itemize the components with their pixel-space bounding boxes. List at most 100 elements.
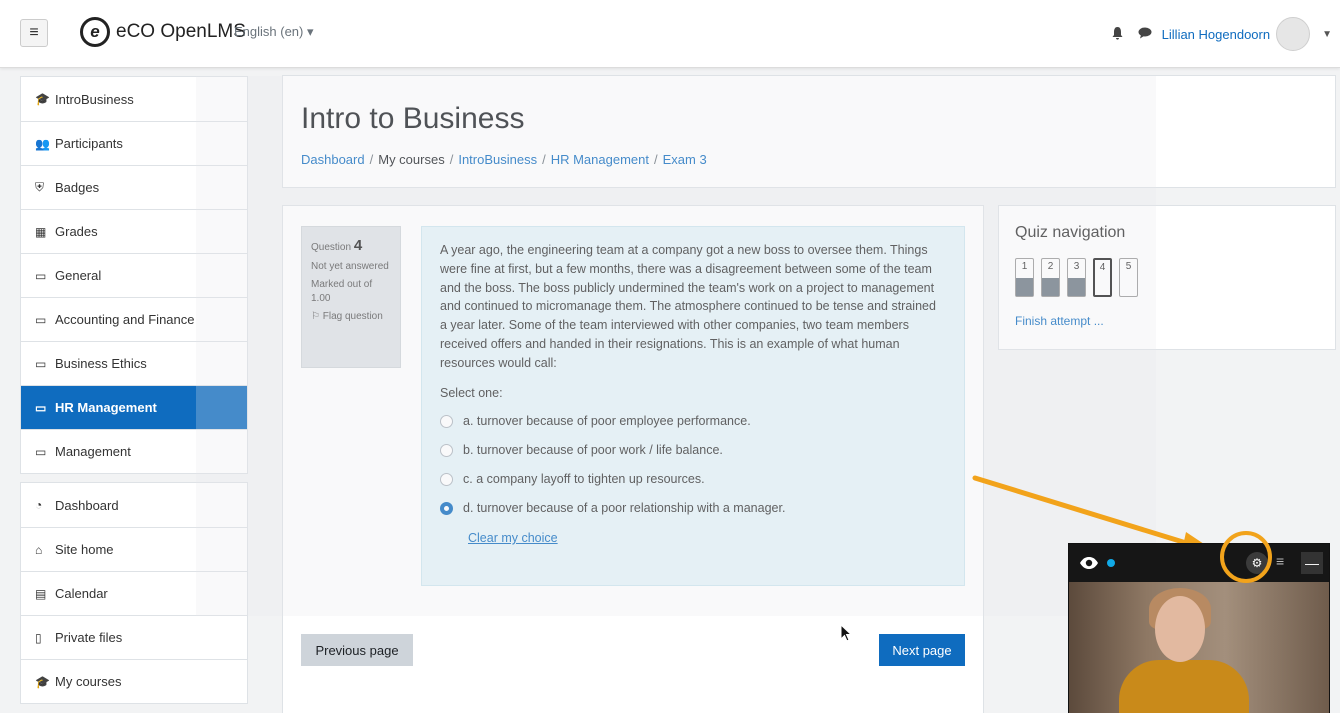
chat-icon[interactable] [1138,27,1152,42]
sidebar-item-grades[interactable]: ▦ Grades [21,209,247,253]
sidebar-item-general[interactable]: ▭ General [21,253,247,297]
breadcrumb-my-courses: My courses [378,152,445,167]
sidebar-item-label: Private files [55,630,123,645]
question-text: A year ago, the engineering team at a co… [440,243,936,370]
sidebar-item-label: Management [55,444,131,459]
sidebar-item-label: Grades [55,224,98,239]
radio-option-c[interactable] [440,473,453,486]
option-label: b. turnover because of poor work / life … [463,443,723,458]
sidebar-item-calendar[interactable]: ▤ Calendar [21,571,247,615]
course-nav: 🎓 IntroBusiness 👥 Participants ⛨ Badges ▦ Gr… [20,76,248,474]
bell-icon[interactable] [1111,26,1124,43]
sidebar-item-private-files[interactable]: ▯ Private files [21,615,247,659]
sidebar: 🎓 IntroBusiness 👥 Participants ⛨ Badges ▦ Gr… [20,76,248,713]
language-menu[interactable]: English (en) ▾ [234,24,314,40]
sidebar-item-label: Dashboard [55,497,119,513]
webcam-toolbar: ⚙ ≡ — [1069,544,1329,582]
quiz-nav-question-3[interactable]: 3 [1067,258,1086,297]
sidebar-item-label: Site home [55,542,114,557]
answer-option-a[interactable]: a. turnover because of poor employee per… [440,407,946,436]
breadcrumb-exam[interactable]: Exam 3 [663,152,707,167]
quiz-content: Question 4 Not yet answered Marked out o… [282,205,984,713]
sidebar-item-participants[interactable]: 👥 Participants [21,121,247,165]
file-icon: ▯ [35,630,42,645]
user-name[interactable]: Lillian Hogendoorn [1162,27,1270,42]
sidebar-item-label: Badges [55,180,100,195]
sidebar-item-label: General [55,268,102,283]
sidebar-item-label: My courses [55,674,122,689]
question-number: 4 [353,237,363,254]
question-marks: Marked out of 1.00 [311,279,373,304]
sidebar-item-hr-management[interactable]: ▭ HR Management [21,385,247,429]
sidebar-item-badges[interactable]: ⛨ Badges [21,165,247,209]
dashboard-icon: ◔ [35,498,43,512]
answer-option-c[interactable]: c. a company layoff to tighten up resour… [440,465,946,494]
flag-icon: ⚐ [311,311,320,322]
sidebar-item-introbusiness[interactable]: 🎓 IntroBusiness [21,77,247,121]
select-label: Select one: [440,386,503,401]
question-number-label: Question [311,242,352,253]
menu-icon[interactable]: ≡ [1276,553,1284,569]
radio-option-d[interactable] [440,502,453,515]
users-icon: 👥 [35,136,50,151]
radio-option-b[interactable] [440,444,453,457]
folder-icon: ▭ [35,356,47,371]
sidebar-item-label: HR Management [55,400,157,415]
sidebar-item-site-home[interactable]: ⌂ Site home [21,527,247,571]
brand[interactable]: e eCO OpenLMS [80,17,246,47]
quiz-nav-buttons: 1 2 3 4 5 [1015,258,1145,297]
home-icon: ⌂ [35,542,43,557]
page-title: Intro to Business [301,102,525,135]
eye-icon [1079,554,1101,572]
minimize-icon[interactable]: — [1301,552,1323,574]
sidebar-item-my-courses[interactable]: 🎓 My courses [21,659,247,703]
clear-choice-link[interactable]: Clear my choice [468,529,946,548]
sidebar-item-business-ethics[interactable]: ▭ Business Ethics [21,341,247,385]
option-label: a. turnover because of poor employee per… [463,414,751,429]
brand-name: eCO OpenLMS [116,21,246,42]
answer-option-d[interactable]: d. turnover because of a poor relationsh… [440,494,946,523]
quiz-nav-question-5[interactable]: 5 [1119,258,1138,297]
option-label: d. turnover because of a poor relationsh… [463,501,786,516]
sidebar-item-label: Accounting and Finance [55,312,195,327]
sidebar-item-label: IntroBusiness [55,91,134,107]
quiz-nav-question-1[interactable]: 1 [1015,258,1034,297]
shield-icon: ⛨ [35,180,45,194]
avatar[interactable] [1276,17,1311,51]
breadcrumb: Dashboard / My courses / IntroBusiness / HR Ma… [301,152,707,167]
sidebar-item-management[interactable]: ▭ Management [21,429,247,473]
sidebar-item-label: Business Ethics [55,356,147,371]
brand-logo-icon: e [80,17,110,47]
option-label: c. a company layoff to tighten up resour… [463,472,705,487]
breadcrumb-dashboard[interactable]: Dashboard [301,152,365,167]
breadcrumb-course[interactable]: IntroBusiness [458,152,537,167]
recording-indicator-icon [1107,559,1115,567]
calendar-icon: ▤ [35,586,47,601]
folder-icon: ▭ [35,312,47,327]
person-body [1119,660,1249,713]
breadcrumb-section[interactable]: HR Management [551,152,649,167]
radio-option-a[interactable] [440,415,453,428]
sidebar-item-dashboard[interactable]: ◔ Dashboard [21,483,247,527]
chevron-down-icon[interactable]: ▼ [1322,29,1332,40]
flag-question-link[interactable]: ⚐ Flag question [311,310,391,324]
sidebar-item-label: Calendar [55,586,108,601]
webcam-feed [1069,582,1329,713]
question-info: Question 4 Not yet answered Marked out o… [301,226,401,368]
next-page-button[interactable]: Next page [879,634,965,666]
quiz-nav-question-2[interactable]: 2 [1041,258,1060,297]
sidebar-item-label: Participants [55,136,123,151]
top-navbar: ≡ e eCO OpenLMS English (en) ▾ Lillian H… [0,0,1340,68]
sidebar-item-accounting[interactable]: ▭ Accounting and Finance [21,297,247,341]
previous-page-button[interactable]: Previous page [301,634,413,666]
question-status: Not yet answered [311,261,389,272]
site-nav: ◔ Dashboard ⌂ Site home ▤ Calendar ▯ Private… [20,482,248,704]
folder-icon: ▭ [35,400,47,415]
finish-attempt-link[interactable]: Finish attempt ... [1015,314,1104,328]
answer-option-b[interactable]: b. turnover because of poor work / life … [440,436,946,465]
menu-toggle-button[interactable]: ≡ [20,19,48,47]
webcam-widget[interactable]: ⚙ ≡ — [1068,543,1330,713]
folder-icon: ▭ [35,444,47,459]
quiz-nav-question-4[interactable]: 4 [1093,258,1112,297]
graduation-cap-icon: 🎓 [35,674,50,689]
